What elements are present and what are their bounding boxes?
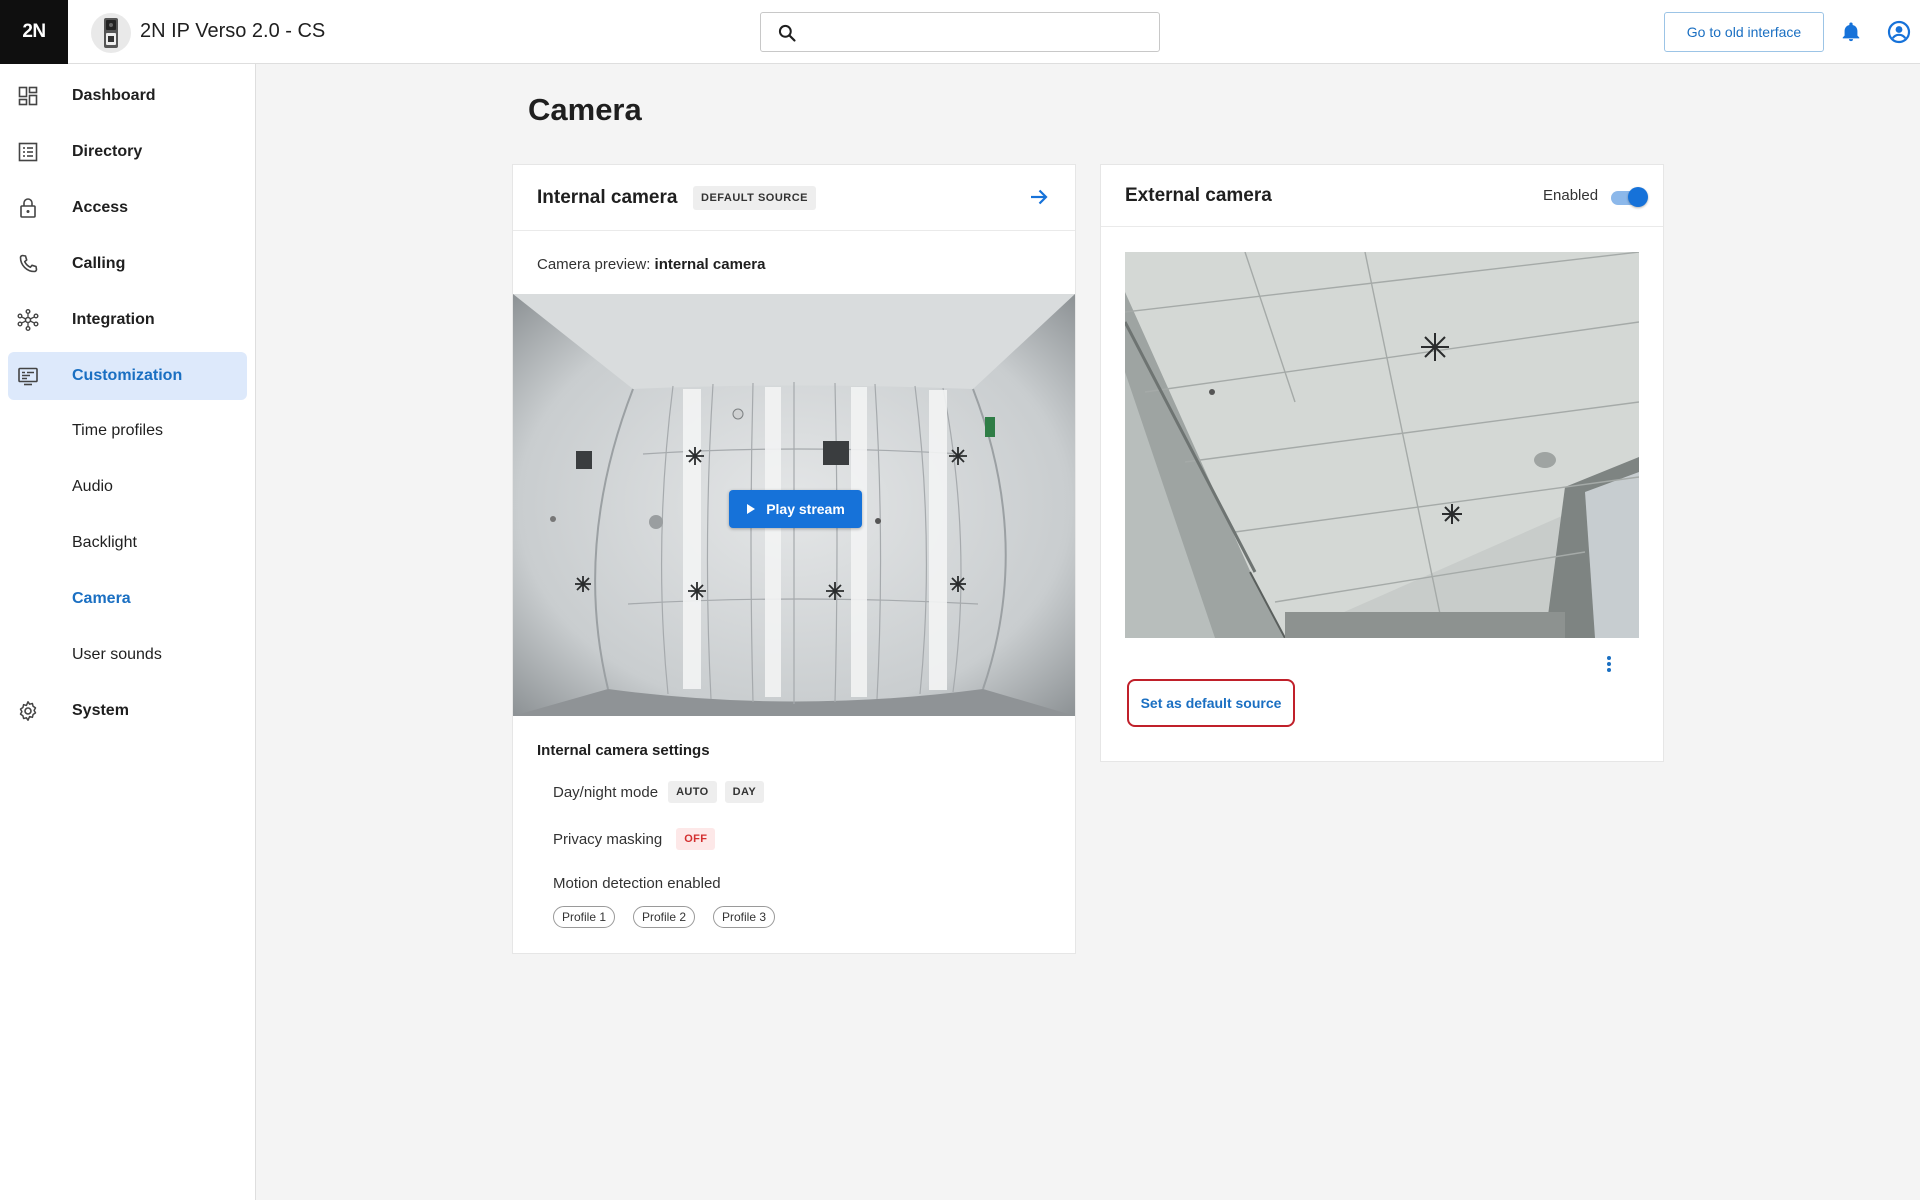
directory-icon <box>18 142 38 162</box>
sidebar-subitem-label: Audio <box>72 478 113 495</box>
sidebar-item-integration[interactable]: Integration <box>8 296 247 344</box>
integration-icon <box>17 309 39 332</box>
external-camera-preview-image[interactable] <box>1125 252 1639 638</box>
privacy-masking-label: Privacy masking <box>553 830 663 848</box>
sidebar-item-system[interactable]: System <box>8 687 247 735</box>
sidebar-subitem-camera[interactable]: Camera <box>8 577 247 621</box>
external-camera-card: External camera Enabled Set as default s… <box>1100 164 1664 762</box>
device-avatar <box>91 13 131 53</box>
set-as-default-source-button[interactable]: Set as default source <box>1127 679 1295 727</box>
sidebar-item-label: Integration <box>72 311 155 328</box>
sidebar-subitem-label: User sounds <box>72 646 162 663</box>
external-camera-enabled-toggle[interactable] <box>1611 187 1648 207</box>
sidebar-subitem-user-sounds[interactable]: User sounds <box>8 633 247 677</box>
camera-preview-name: internal camera <box>654 256 766 273</box>
internal-camera-header: Internal camera DEFAULT SOURCE <box>513 165 1075 231</box>
dashboard-icon <box>18 86 38 106</box>
search-input[interactable] <box>809 19 1149 45</box>
ceiling-snapshot-external <box>1125 252 1639 638</box>
sidebar-item-label: Dashboard <box>72 87 156 104</box>
camera-preview-prefix: Camera preview: <box>537 256 651 273</box>
sidebar-subitem-label: Time profiles <box>72 422 163 439</box>
sidebar-item-label: Directory <box>72 143 143 160</box>
sidebar-subitem-label: Camera <box>72 590 131 607</box>
go-to-old-interface-button[interactable]: Go to old interface <box>1664 12 1824 52</box>
external-camera-title: External camera <box>1125 185 1272 206</box>
internal-camera-title: Internal camera <box>537 187 678 208</box>
sidebar-item-dashboard[interactable]: Dashboard <box>8 72 247 120</box>
profile-3-pill: Profile 3 <box>713 906 776 928</box>
sidebar-item-label: Access <box>72 199 129 216</box>
internal-camera-preview-image[interactable]: Play stream <box>513 294 1075 716</box>
camera-preview-label: Camera preview: internal camera <box>537 256 765 273</box>
motion-detection-row: Motion detection enabled <box>553 875 721 892</box>
arrow-right-icon[interactable] <box>1027 185 1051 209</box>
default-source-badge: DEFAULT SOURCE <box>693 186 817 210</box>
gear-icon <box>19 701 37 721</box>
intercom-device-icon <box>104 18 118 48</box>
play-icon <box>747 504 756 514</box>
search-box[interactable] <box>760 12 1160 52</box>
sidebar-subitem-backlight[interactable]: Backlight <box>8 521 247 565</box>
external-camera-enabled-label: Enabled <box>1543 187 1599 204</box>
device-title: 2N IP Verso 2.0 - CS <box>140 20 326 42</box>
profile-1-pill: Profile 1 <box>553 906 616 928</box>
internal-camera-settings-title: Internal camera settings <box>537 742 710 759</box>
sidebar-item-calling[interactable]: Calling <box>8 240 247 288</box>
top-bar: 2N 2N IP Verso 2.0 - CS Go to old interf… <box>0 0 1920 64</box>
play-stream-button[interactable]: Play stream <box>729 490 862 528</box>
sidebar-subitem-audio[interactable]: Audio <box>8 465 247 509</box>
sidebar-item-directory[interactable]: Directory <box>8 128 247 176</box>
search-icon <box>778 24 796 42</box>
day-night-chip-auto: AUTO <box>668 781 717 803</box>
phone-icon <box>19 254 38 273</box>
sidebar-subitem-label: Backlight <box>72 534 137 551</box>
profile-2-pill: Profile 2 <box>633 906 696 928</box>
day-night-chip-day: DAY <box>724 781 765 803</box>
sidebar-item-label: System <box>72 702 129 719</box>
lock-icon <box>20 198 36 218</box>
play-stream-label: Play stream <box>766 501 845 517</box>
motion-detection-label: Motion detection enabled <box>553 875 721 892</box>
more-vertical-icon <box>1607 656 1611 672</box>
sidebar: Dashboard Directory Access Calling Integ… <box>0 64 256 1200</box>
account-icon[interactable] <box>1887 20 1911 44</box>
privacy-masking-status-badge: OFF <box>676 828 716 850</box>
day-night-mode-row: Day/night mode AUTO DAY <box>553 781 765 803</box>
sidebar-subitem-time-profiles[interactable]: Time profiles <box>8 409 247 453</box>
internal-camera-card: Internal camera DEFAULT SOURCE Camera pr… <box>512 164 1076 954</box>
page-title: Camera <box>528 92 642 127</box>
brand-logo[interactable]: 2N <box>0 0 68 64</box>
sidebar-item-customization[interactable]: Customization <box>8 352 247 400</box>
privacy-masking-row: Privacy masking OFF <box>553 828 716 850</box>
day-night-mode-label: Day/night mode <box>553 783 659 801</box>
customization-icon <box>18 367 38 386</box>
more-options-button[interactable] <box>1597 652 1621 676</box>
notifications-bell-icon[interactable] <box>1840 20 1862 44</box>
external-camera-header: External camera Enabled <box>1101 165 1663 227</box>
sidebar-item-access[interactable]: Access <box>8 184 247 232</box>
sidebar-item-label: Calling <box>72 255 126 272</box>
toggle-thumb <box>1628 187 1648 207</box>
sidebar-item-label: Customization <box>72 367 183 384</box>
